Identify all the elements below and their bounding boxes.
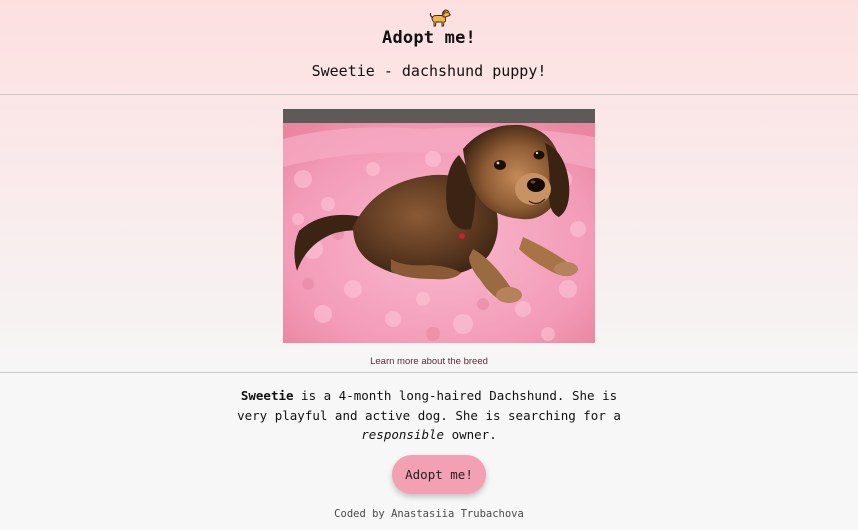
puppy-name: Sweetie [240, 388, 294, 403]
section-divider [0, 372, 858, 373]
footer-credit: Coded by Anastasiia Trubachova [334, 508, 524, 520]
page-subtitle: Sweetie - dachshund puppy! [311, 62, 547, 80]
dog-emoji-icon [429, 9, 451, 27]
description-emphasis: responsible [361, 427, 445, 442]
description-text-2: owner. [444, 427, 497, 442]
puppy-description: Sweetie is a 4-month long-haired Dachshu… [229, 386, 629, 445]
puppy-photo [283, 109, 595, 343]
page-header: Adopt me! Sweetie - dachshund puppy! [0, 0, 858, 95]
adopt-me-button[interactable]: Adopt me! [392, 455, 486, 494]
puppy-photo-link[interactable] [283, 109, 595, 343]
learn-more-breed-link[interactable]: Learn more about the breed [0, 356, 858, 367]
description-text-1: is a 4-month long-haired Dachshund. She … [237, 388, 621, 423]
page-title: Adopt me! [382, 28, 476, 48]
